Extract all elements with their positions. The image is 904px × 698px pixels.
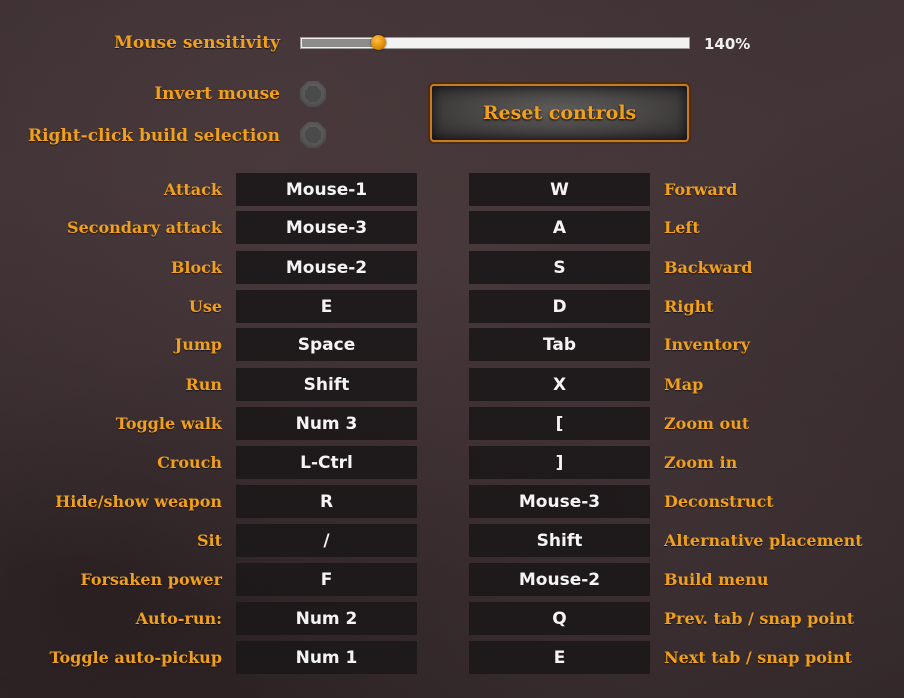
right-binding-key-button[interactable]: S xyxy=(469,251,650,284)
right-binding-action: Forward xyxy=(664,180,738,199)
right-binding-action: Backward xyxy=(664,258,753,277)
left-binding-action: Toggle auto-pickup xyxy=(49,648,222,667)
right-binding-action: Build menu xyxy=(664,570,769,589)
left-binding-key-button[interactable]: F xyxy=(236,563,417,596)
right-binding-key-button[interactable]: ] xyxy=(469,446,650,479)
left-binding-key-button[interactable]: Num 3 xyxy=(236,407,417,440)
left-binding-action: Attack xyxy=(163,180,222,199)
left-binding-key-button[interactable]: Shift xyxy=(236,368,417,401)
right-binding-key-button[interactable]: D xyxy=(469,290,650,323)
right-binding-action: Deconstruct xyxy=(664,492,774,511)
right-click-build-toggle[interactable] xyxy=(300,122,326,148)
left-binding-action: Secondary attack xyxy=(67,218,222,237)
slider-knob[interactable] xyxy=(371,35,386,50)
left-binding-action: Run xyxy=(185,375,222,394)
right-binding-action: Map xyxy=(664,375,704,394)
left-binding-key-button[interactable]: E xyxy=(236,290,417,323)
left-binding-action: Auto-run: xyxy=(135,609,222,628)
right-binding-key-button[interactable]: E xyxy=(469,641,650,674)
right-binding-action: Right xyxy=(664,297,714,316)
reset-controls-label: Reset controls xyxy=(482,102,637,124)
left-binding-action: Jump xyxy=(174,335,222,354)
left-binding-action: Hide/show weapon xyxy=(55,492,222,511)
left-binding-key-button[interactable]: Space xyxy=(236,328,417,361)
left-binding-action: Sit xyxy=(196,531,222,550)
right-binding-action: Inventory xyxy=(664,335,751,354)
invert-mouse-toggle[interactable] xyxy=(300,81,326,107)
mouse-sensitivity-value: 140% xyxy=(704,35,751,53)
right-binding-key-button[interactable]: A xyxy=(469,211,650,244)
right-binding-action: Left xyxy=(664,218,700,237)
right-binding-action: Zoom out xyxy=(664,414,750,433)
left-binding-key-button[interactable]: Num 2 xyxy=(236,602,417,635)
left-binding-key-button[interactable]: Mouse-3 xyxy=(236,211,417,244)
left-binding-key-button[interactable]: / xyxy=(236,524,417,557)
left-binding-key-button[interactable]: Mouse-1 xyxy=(236,173,417,206)
right-binding-key-button[interactable]: [ xyxy=(469,407,650,440)
right-binding-action: Zoom in xyxy=(664,453,738,472)
left-binding-key-button[interactable]: Num 1 xyxy=(236,641,417,674)
reset-controls-button[interactable]: Reset controls xyxy=(430,84,689,142)
left-binding-action: Toggle walk xyxy=(115,414,222,433)
invert-mouse-label: Invert mouse xyxy=(154,84,280,104)
mouse-sensitivity-label: Mouse sensitivity xyxy=(114,33,280,53)
left-binding-action: Crouch xyxy=(157,453,222,472)
right-binding-key-button[interactable]: Mouse-2 xyxy=(469,563,650,596)
left-binding-action: Use xyxy=(188,297,222,316)
right-binding-key-button[interactable]: Shift xyxy=(469,524,650,557)
left-binding-key-button[interactable]: L-Ctrl xyxy=(236,446,417,479)
right-binding-action: Next tab / snap point xyxy=(664,648,852,667)
right-binding-key-button[interactable]: X xyxy=(469,368,650,401)
slider-fill xyxy=(302,39,380,47)
left-binding-action: Forsaken power xyxy=(80,570,222,589)
mouse-sensitivity-slider[interactable] xyxy=(300,35,690,50)
right-binding-action: Alternative placement xyxy=(664,531,863,550)
left-binding-key-button[interactable]: R xyxy=(236,485,417,518)
right-binding-key-button[interactable]: Tab xyxy=(469,328,650,361)
right-binding-key-button[interactable]: W xyxy=(469,173,650,206)
right-binding-action: Prev. tab / snap point xyxy=(664,609,855,628)
left-binding-action: Block xyxy=(170,258,222,277)
right-click-build-label: Right-click build selection xyxy=(27,126,280,146)
right-binding-key-button[interactable]: Mouse-3 xyxy=(469,485,650,518)
left-binding-key-button[interactable]: Mouse-2 xyxy=(236,251,417,284)
right-binding-key-button[interactable]: Q xyxy=(469,602,650,635)
